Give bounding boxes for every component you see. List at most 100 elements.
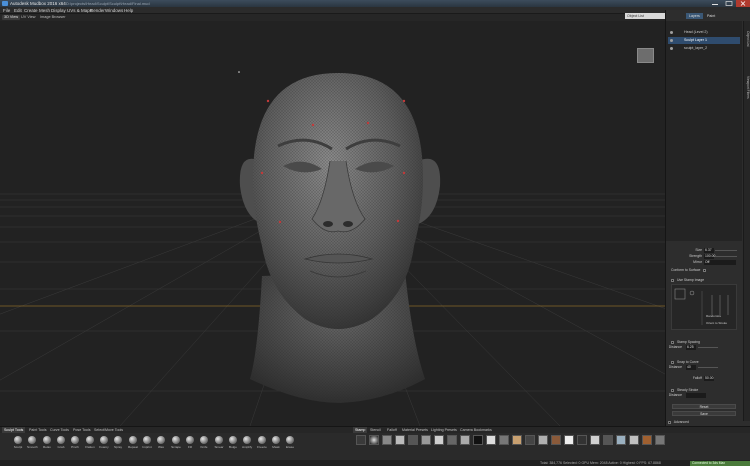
size-slider[interactable] (715, 250, 737, 251)
steady-checkbox[interactable] (671, 388, 674, 392)
stamp-thumb[interactable] (395, 435, 405, 445)
close-button[interactable] (736, 0, 750, 7)
layer-row[interactable]: Sculpt Layer 1 (668, 37, 740, 44)
tool-fill[interactable]: Fill (185, 436, 195, 449)
tool-pinch[interactable]: Pinch (70, 436, 80, 449)
tab-falloff[interactable]: Falloff (385, 427, 399, 433)
tool-knife[interactable]: Knife (199, 436, 209, 449)
stamp-thumb[interactable] (655, 435, 665, 445)
tool-mask[interactable]: Mask (271, 436, 281, 449)
snap-distance-field[interactable]: 40 (686, 365, 696, 370)
layer-row[interactable]: sculpt_layer_2 (668, 45, 740, 52)
stamp-thumb[interactable] (369, 435, 379, 445)
stamp-thumb[interactable] (473, 435, 483, 445)
menu-windows[interactable]: Windows (105, 8, 123, 13)
menu-uvs-maps[interactable]: UVs & Maps (67, 8, 92, 13)
tab-sculpt-tools[interactable]: Sculpt Tools (2, 427, 26, 433)
menu-edit[interactable]: Edit (14, 8, 22, 13)
menu-file[interactable]: File (3, 8, 10, 13)
tool-flatten[interactable]: Flatten (85, 436, 95, 449)
visibility-icon[interactable] (670, 47, 673, 50)
stamp-thumb[interactable] (408, 435, 418, 445)
falloff-field[interactable]: 50.00 (704, 376, 714, 381)
tab-3d-view[interactable]: 3D View (2, 15, 21, 20)
menu-create[interactable]: Create (24, 8, 38, 13)
stamp-checkbox[interactable] (671, 278, 674, 282)
tool-smooth[interactable]: Smooth (27, 436, 38, 449)
tool-spray[interactable]: Spray (113, 436, 123, 449)
tool-scrape[interactable]: Scrape (171, 436, 181, 449)
tab-stencil[interactable]: Stencil (368, 427, 383, 433)
minimize-button[interactable] (708, 0, 722, 7)
tool-sculpt[interactable]: Sculpt (13, 436, 23, 449)
tab-layers[interactable]: Layers (686, 13, 703, 19)
visibility-icon[interactable] (670, 31, 673, 34)
tab-pose-tools[interactable]: Pose Tools (71, 427, 93, 433)
stamp-thumb[interactable] (486, 435, 496, 445)
stamp-thumb[interactable] (616, 435, 626, 445)
maximize-button[interactable] (722, 0, 736, 7)
menu-help[interactable]: Help (124, 8, 133, 13)
tab-uv-view[interactable]: UV View (19, 15, 38, 20)
tab-stamp[interactable]: Stamp (353, 427, 368, 433)
strength-slider[interactable] (715, 256, 737, 257)
tool-foamy[interactable]: Foamy (99, 436, 109, 449)
visibility-icon[interactable] (670, 39, 673, 42)
tab-material-presets[interactable]: Material Presets (400, 427, 430, 433)
conform-checkbox[interactable] (703, 268, 707, 272)
tab-camera-bookmarks[interactable]: Camera Bookmarks (458, 427, 494, 433)
save-button[interactable]: Save (672, 411, 736, 416)
side-tab-viewport-filters[interactable]: Viewport Filters (745, 76, 750, 99)
size-field[interactable]: 6.37 (704, 248, 714, 253)
stamp-thumb[interactable] (499, 435, 509, 445)
stamp-thumb[interactable] (421, 435, 431, 445)
stamp-thumb[interactable] (551, 435, 561, 445)
viewcube-icon[interactable] (637, 48, 654, 63)
stamp-thumb[interactable] (564, 435, 574, 445)
stamp-thumb[interactable] (525, 435, 535, 445)
tool-relax[interactable]: Relax (42, 436, 52, 449)
tool-bulge[interactable]: Bulge (228, 436, 238, 449)
tool-repeat[interactable]: Repeat (128, 436, 138, 449)
stamp-thumb[interactable] (447, 435, 457, 445)
stamp-thumb[interactable] (577, 435, 587, 445)
layer-row[interactable]: Head (Level 2) (668, 29, 740, 36)
advanced-expander[interactable] (668, 420, 671, 424)
stamp-thumb[interactable] (382, 435, 392, 445)
tab-curve-tools[interactable]: Curve Tools (48, 427, 71, 433)
tool-freeze[interactable]: Freeze (257, 436, 267, 449)
side-tab-object-list[interactable]: Object List (745, 31, 750, 47)
tool-wax[interactable]: Wax (156, 436, 166, 449)
menu-display[interactable]: Display (51, 8, 66, 13)
stamp-thumb[interactable] (603, 435, 613, 445)
tab-image-browser[interactable]: Image Browser (38, 15, 68, 20)
stamp-thumb[interactable] (629, 435, 639, 445)
stamp-thumb[interactable] (538, 435, 548, 445)
menu-render[interactable]: Render (90, 8, 105, 13)
stamp-thumb[interactable] (512, 435, 522, 445)
tab-paint[interactable]: Paint (704, 13, 718, 19)
snap-distance-slider[interactable] (698, 367, 718, 368)
distance-slider[interactable] (698, 347, 718, 348)
tool-imprint[interactable]: Imprint (142, 436, 152, 449)
snap-checkbox[interactable] (671, 360, 674, 364)
stamp-thumb[interactable] (434, 435, 444, 445)
advanced-row[interactable]: Advanced (668, 420, 738, 425)
distance-field[interactable]: 6.25 (686, 345, 696, 350)
object-search-input[interactable]: Object List (625, 13, 665, 19)
menu-mesh[interactable]: Mesh (39, 8, 50, 13)
stamp-spacing-checkbox[interactable] (671, 340, 674, 344)
tool-amplify[interactable]: Amplify (242, 436, 252, 449)
strength-field[interactable]: 100.00 (704, 254, 715, 259)
stamp-image-box[interactable]: Randomize Orient to Stroke (671, 284, 737, 330)
conform-row[interactable]: Conform to Surface (671, 268, 741, 273)
stamp-thumb[interactable] (642, 435, 652, 445)
tab-select-move-tools[interactable]: Select/Move Tools (92, 427, 125, 433)
stamp-thumb[interactable] (460, 435, 470, 445)
reset-button[interactable]: Reset (672, 404, 736, 409)
tool-erase[interactable]: Erase (285, 436, 295, 449)
stamp-thumb-none[interactable] (356, 435, 366, 445)
tab-lighting-presets[interactable]: Lighting Presets (429, 427, 459, 433)
stamp-row[interactable]: Use Stamp Image (671, 278, 741, 283)
3d-viewport[interactable] (0, 21, 665, 426)
